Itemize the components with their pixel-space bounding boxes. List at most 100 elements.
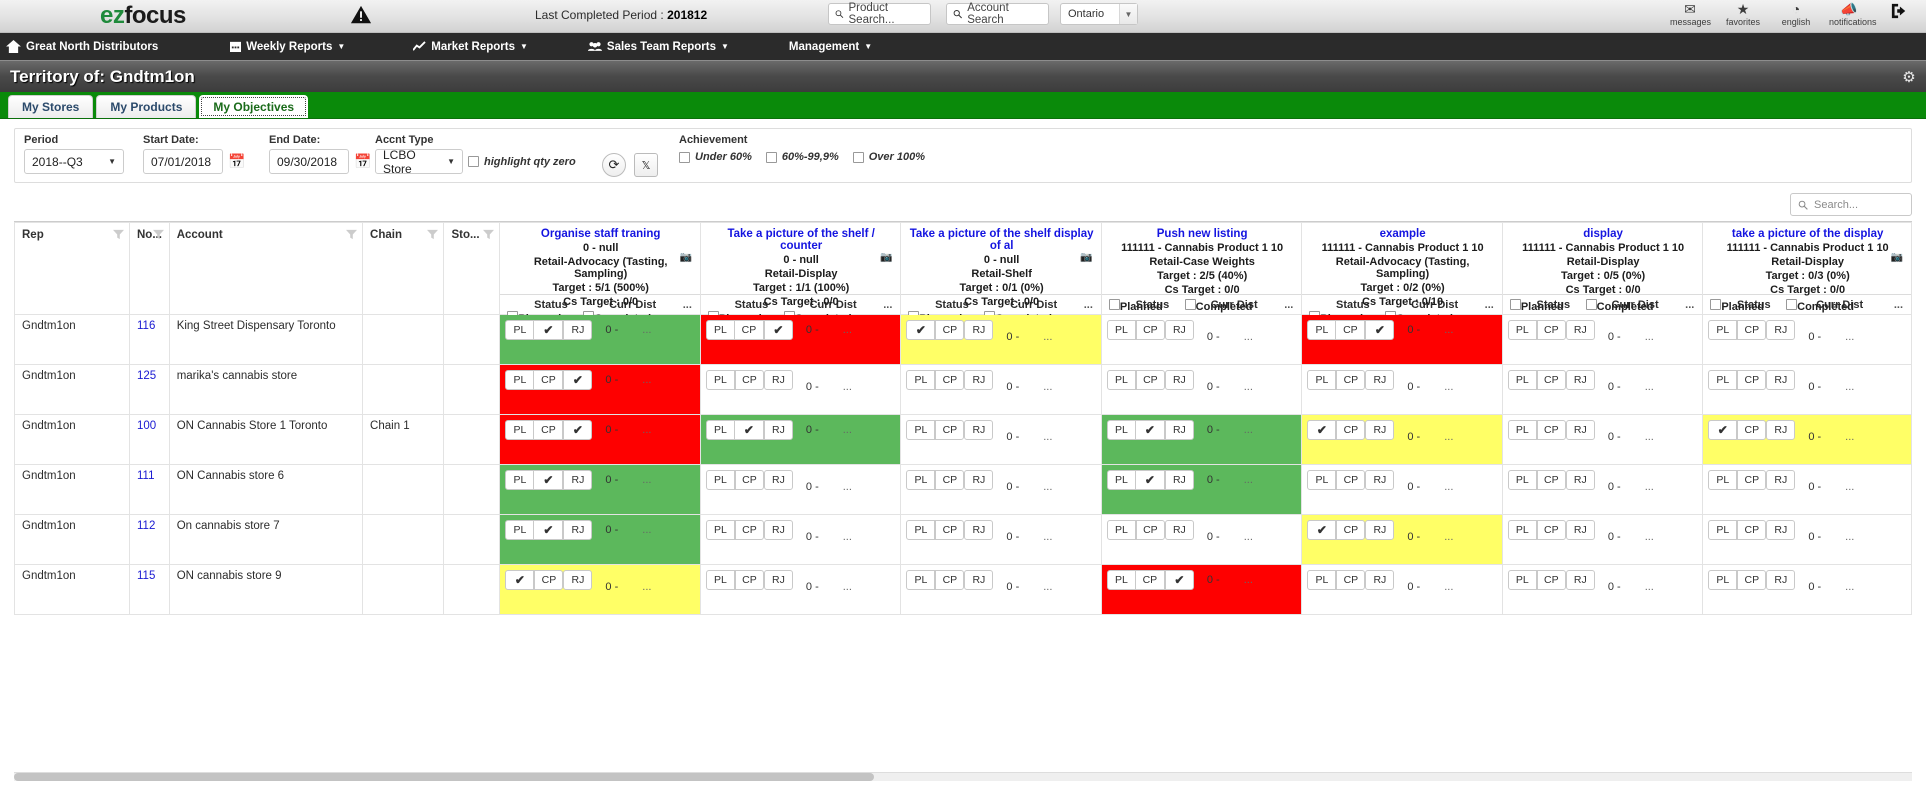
- status-button-rejected[interactable]: RJ: [964, 320, 994, 340]
- status-button-rejected[interactable]: RJ: [964, 570, 994, 590]
- objective-status-cell[interactable]: PL CP RJ 0 -...: [1301, 564, 1503, 615]
- objective-status-cell[interactable]: PL CP RJ 0 -...: [699, 364, 902, 415]
- status-button-planned[interactable]: PL: [1708, 570, 1738, 590]
- account-search-input[interactable]: Account Search: [946, 2, 1049, 26]
- status-button-rejected[interactable]: RJ: [964, 420, 994, 440]
- achievement-over-100-checkbox[interactable]: [852, 151, 864, 163]
- objective-status-cell[interactable]: ✔ CP RJ 0 -...: [1301, 514, 1503, 565]
- nav-management[interactable]: Management ▼: [789, 41, 872, 53]
- status-button-completed[interactable]: CP: [534, 420, 564, 440]
- status-button-completed[interactable]: CP: [935, 470, 965, 490]
- status-button-rejected[interactable]: RJ: [1164, 370, 1194, 390]
- status-button-completed[interactable]: CP: [1737, 470, 1767, 490]
- achievement-under-60-checkbox[interactable]: [679, 151, 690, 163]
- refresh-button[interactable]: ⟳: [602, 153, 626, 177]
- status-button-rejected[interactable]: RJ: [763, 420, 793, 440]
- period-select[interactable]: 2018--Q3 ▼: [24, 149, 124, 174]
- status-button-completed[interactable]: CP: [1536, 570, 1566, 590]
- status-button-completed[interactable]: CP: [935, 420, 965, 440]
- account-number-link[interactable]: 112: [137, 520, 155, 532]
- status-button-completed[interactable]: CP: [1737, 570, 1767, 590]
- objective-status-cell[interactable]: PL CP RJ 0 -...: [699, 464, 902, 515]
- status-button-planned[interactable]: PL: [1106, 570, 1136, 590]
- status-button-planned[interactable]: PL: [906, 570, 936, 590]
- status-button-rejected[interactable]: RJ: [964, 370, 994, 390]
- filter-funnel-icon[interactable]: [346, 229, 358, 243]
- cell-no[interactable]: 111: [129, 464, 170, 515]
- calendar-icon[interactable]: 📅: [354, 153, 371, 170]
- cell-no[interactable]: 116: [129, 314, 170, 365]
- table-row[interactable]: Gndtm1on 112 On cannabis store 7 PL ✔ RJ 0 -..…: [14, 514, 1912, 565]
- account-number-link[interactable]: 100: [137, 420, 156, 432]
- objective-status-cell[interactable]: PL CP ✔ 0 -...: [1100, 564, 1303, 615]
- excel-export-button[interactable]: 𝕏: [634, 153, 658, 177]
- status-button-planned[interactable]: PL: [1507, 470, 1537, 490]
- status-button-planned[interactable]: PL: [1106, 420, 1136, 440]
- objective-status-cell[interactable]: ✔ CP RJ 0 -...: [1702, 414, 1912, 465]
- status-button-planned[interactable]: PL: [1507, 370, 1537, 390]
- status-button-planned[interactable]: PL: [1106, 470, 1136, 490]
- column-header-no[interactable]: No...: [129, 222, 170, 315]
- status-button-planned[interactable]: PL: [1307, 370, 1337, 390]
- status-button-planned[interactable]: PL: [1708, 470, 1738, 490]
- favorites-icon[interactable]: ★ favorites: [1723, 1, 1763, 27]
- column-header-chain[interactable]: Chain: [362, 222, 445, 315]
- status-button-completed[interactable]: CP: [1336, 320, 1366, 340]
- status-button-completed[interactable]: CP: [1336, 570, 1366, 590]
- status-button-active-check[interactable]: ✔: [563, 420, 593, 440]
- status-button-planned[interactable]: PL: [1307, 320, 1337, 340]
- refresh-icon[interactable]: ⟳: [602, 153, 626, 177]
- objective-status-cell[interactable]: PL CP RJ 0 -...: [900, 364, 1102, 415]
- objective-status-cell[interactable]: PL CP RJ 0 -...: [1702, 514, 1912, 565]
- status-button-planned[interactable]: PL: [1106, 520, 1136, 540]
- status-button-planned[interactable]: PL: [505, 320, 535, 340]
- tab-my-objectives[interactable]: My Objectives: [199, 95, 309, 118]
- column-header-rep[interactable]: Rep: [14, 222, 130, 315]
- objective-title[interactable]: Organise staff traning: [507, 228, 693, 240]
- status-button-rejected[interactable]: RJ: [1565, 320, 1595, 340]
- objective-title[interactable]: example: [1309, 228, 1495, 240]
- calendar-icon[interactable]: 📅: [228, 153, 245, 170]
- cell-no[interactable]: 100: [129, 414, 170, 465]
- accnt-type-select[interactable]: LCBO Store ▼: [375, 148, 463, 176]
- status-button-planned[interactable]: PL: [705, 520, 735, 540]
- objective-status-cell[interactable]: PL ✔ RJ 0 -...: [499, 514, 701, 565]
- status-button-completed[interactable]: CP: [1336, 420, 1366, 440]
- objective-status-cell[interactable]: PL CP RJ 0 -...: [699, 514, 902, 565]
- tab-my-products[interactable]: My Products: [96, 95, 197, 118]
- account-number-link[interactable]: 111: [137, 470, 154, 482]
- objective-title[interactable]: Take a picture of the shelf / counter: [708, 228, 894, 252]
- grid-search-input[interactable]: Search...: [1790, 193, 1912, 216]
- status-button-completed[interactable]: CP: [1135, 570, 1165, 590]
- table-row[interactable]: Gndtm1on 125 marika's cannabis store PL CP ✔ 0…: [14, 364, 1912, 415]
- objective-planned-filter[interactable]: Planned: [1509, 299, 1564, 313]
- warning-triangle-icon[interactable]: [350, 4, 372, 26]
- objective-status-cell[interactable]: ✔ CP RJ 0 -...: [900, 314, 1102, 365]
- objective-status-cell[interactable]: PL CP RJ 0 -...: [1100, 514, 1303, 565]
- achievement-60-999[interactable]: 60%-99,9%: [765, 151, 839, 163]
- excel-export-icon[interactable]: 𝕏: [634, 153, 658, 177]
- status-button-planned[interactable]: PL: [505, 370, 535, 390]
- status-button-completed[interactable]: CP: [935, 370, 965, 390]
- status-button-active-check[interactable]: ✔: [1708, 420, 1738, 440]
- status-button-planned[interactable]: PL: [1106, 320, 1136, 340]
- status-button-rejected[interactable]: RJ: [763, 570, 793, 590]
- objective-status-cell[interactable]: PL CP RJ 0 -...: [1100, 364, 1303, 415]
- status-button-active-check[interactable]: ✔: [906, 320, 936, 340]
- status-button-rejected[interactable]: RJ: [563, 470, 593, 490]
- status-button-planned[interactable]: PL: [705, 470, 735, 490]
- objective-planned-checkbox[interactable]: [1509, 299, 1521, 310]
- status-button-planned[interactable]: PL: [705, 420, 735, 440]
- objective-status-cell[interactable]: PL ✔ RJ 0 -...: [1100, 464, 1303, 515]
- status-button-rejected[interactable]: RJ: [1766, 320, 1796, 340]
- achievement-under-60[interactable]: Under 60%: [679, 151, 752, 163]
- status-button-completed[interactable]: CP: [734, 520, 764, 540]
- table-row[interactable]: Gndtm1on 115 ON cannabis store 9 ✔ CP RJ 0 -..…: [14, 564, 1912, 615]
- status-button-completed[interactable]: CP: [734, 470, 764, 490]
- objective-status-cell[interactable]: PL CP ✔ 0 -...: [1301, 314, 1503, 365]
- status-button-planned[interactable]: PL: [1507, 520, 1537, 540]
- objective-status-cell[interactable]: PL CP RJ 0 -...: [1501, 364, 1704, 415]
- column-header-sto[interactable]: Sto...: [443, 222, 501, 315]
- objective-status-cell[interactable]: PL ✔ RJ 0 -...: [699, 414, 902, 465]
- objective-status-cell[interactable]: PL CP RJ 0 -...: [1501, 464, 1704, 515]
